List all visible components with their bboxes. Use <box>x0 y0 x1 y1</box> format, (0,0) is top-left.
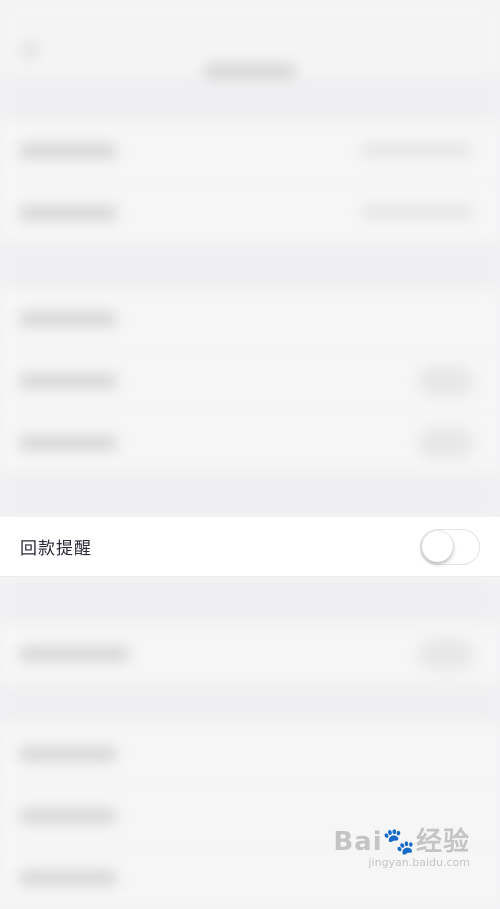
toggle-knob <box>422 531 453 562</box>
section-header <box>0 474 500 518</box>
blurred-row <box>0 623 500 685</box>
blurred-row <box>0 288 500 350</box>
watermark-brand: Bai🐾经验 <box>333 827 470 857</box>
section-header <box>0 244 500 288</box>
status-bar <box>0 0 500 24</box>
section-header <box>0 76 500 120</box>
blurred-row <box>0 350 500 412</box>
blurred-row <box>0 723 500 785</box>
blurred-row <box>0 412 500 474</box>
baidu-jingyan-watermark: Bai🐾经验 jingyan.baidu.com <box>333 821 470 869</box>
back-arrow-icon <box>22 42 38 58</box>
repayment-reminder-label: 回款提醒 <box>20 539 92 559</box>
blurred-row <box>0 182 500 244</box>
navigation-bar <box>0 24 500 78</box>
blurred-row <box>0 120 500 182</box>
repayment-reminder-toggle[interactable] <box>420 529 480 565</box>
blurred-settings-background <box>0 0 500 909</box>
section-header <box>0 685 500 723</box>
repayment-reminder-row: 回款提醒 <box>0 517 500 577</box>
paw-icon: 🐾 <box>382 827 416 857</box>
section-header <box>0 579 500 623</box>
nav-title-placeholder <box>205 64 295 78</box>
